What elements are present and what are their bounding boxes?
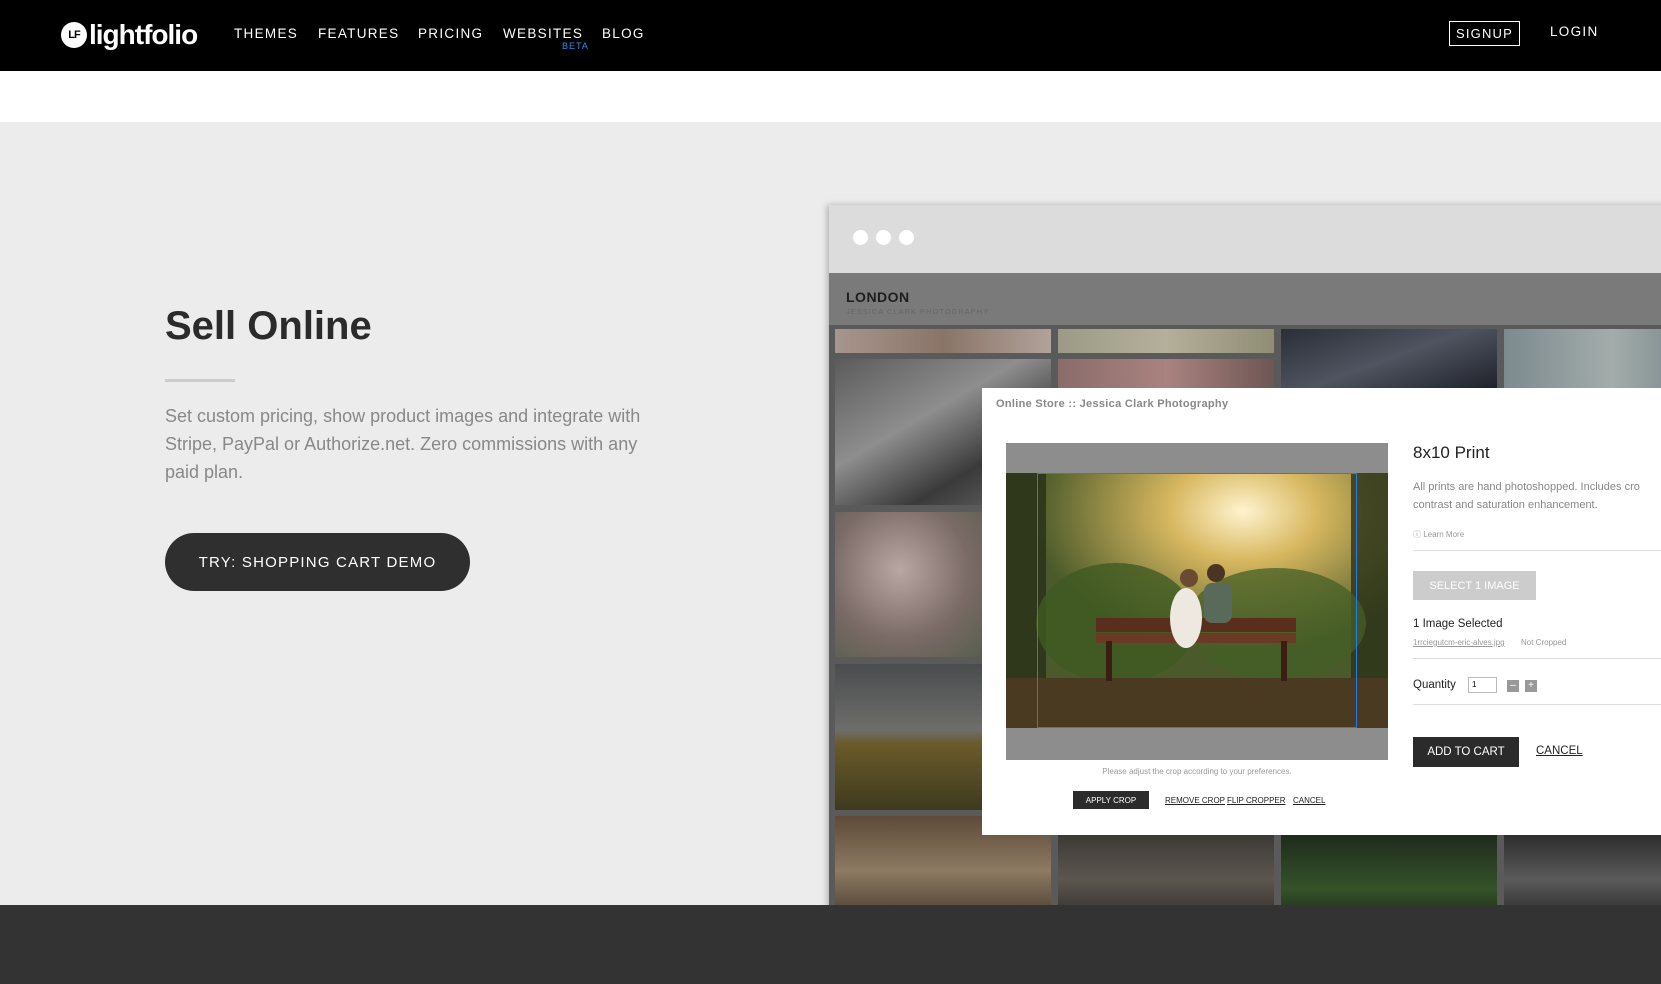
learn-more-label: Learn More	[1423, 530, 1465, 539]
crop-cancel-link[interactable]: CANCEL	[1293, 796, 1325, 805]
gallery-thumbnail	[1281, 329, 1497, 389]
gallery-thumbnail	[835, 329, 1051, 353]
flip-cropper-link[interactable]: FLIP CROPPER	[1227, 796, 1286, 805]
crop-selection-box[interactable]	[1037, 473, 1357, 728]
select-image-button[interactable]: SELECT 1 IMAGE	[1413, 571, 1536, 600]
gallery-thumbnail	[1281, 835, 1497, 905]
selected-file-link[interactable]: 1rrciegutcm-eric-alves.jpg	[1413, 638, 1505, 647]
gallery-thumbnail	[1504, 329, 1661, 389]
window-dot	[853, 230, 868, 245]
product-description-line: All prints are hand photoshopped. Includ…	[1413, 481, 1640, 493]
logo-badge: LF	[61, 22, 87, 48]
lightfolio-logo[interactable]: LF lightfolio	[61, 19, 198, 50]
site-subtitle: JESSICA CLARK PHOTOGRAPHY	[846, 307, 990, 316]
window-dot	[899, 230, 914, 245]
info-icon: ⓘ	[1413, 530, 1421, 539]
divider	[1413, 658, 1661, 659]
quantity-label: Quantity	[1413, 679, 1456, 691]
images-selected-label: 1 Image Selected	[1413, 618, 1503, 630]
logo-text: lightfolio	[89, 19, 198, 50]
section-title: Sell Online	[165, 304, 372, 348]
learn-more-link[interactable]: ⓘ Learn More	[1413, 529, 1464, 540]
crop-hint: Please adjust the crop according to your…	[1102, 767, 1292, 776]
footer-band	[0, 905, 1661, 984]
gallery-thumbnail	[1058, 835, 1274, 905]
image-cropper[interactable]	[1006, 443, 1388, 760]
plus-icon[interactable]: +	[1525, 680, 1537, 692]
product-description: All prints are hand photoshopped. Includ…	[1413, 478, 1661, 514]
modal-title: Online Store :: Jessica Clark Photograph…	[996, 398, 1229, 410]
nav-pricing[interactable]: PRICING	[418, 26, 483, 41]
divider	[1413, 704, 1661, 705]
section-description: Set custom pricing, show product images …	[165, 406, 641, 482]
signup-button[interactable]: SIGNUP	[1449, 21, 1520, 46]
title-divider	[165, 379, 235, 382]
nav-features[interactable]: FEATURES	[318, 26, 399, 41]
nav-themes[interactable]: THEMES	[234, 26, 298, 41]
beta-badge: BETA	[562, 41, 589, 51]
online-store-modal: Online Store :: Jessica Clark Photograph…	[982, 388, 1661, 835]
spacer-band	[0, 71, 1661, 122]
gallery-thumbnail	[1504, 835, 1661, 905]
crop-status: Not Cropped	[1521, 638, 1567, 647]
cancel-link[interactable]: CANCEL	[1536, 745, 1583, 757]
sell-online-section: Sell Online Set custom pricing, show pro…	[0, 122, 1661, 905]
top-navbar: LF lightfolio THEMES FEATURES PRICING WE…	[0, 0, 1661, 71]
product-title: 8x10 Print	[1413, 443, 1490, 462]
window-dot	[876, 230, 891, 245]
gallery-thumbnail	[1058, 329, 1274, 353]
login-link[interactable]: LOGIN	[1550, 24, 1599, 39]
apply-crop-button[interactable]: APPLY CROP	[1073, 791, 1149, 809]
quantity-input[interactable]: 1	[1468, 677, 1497, 693]
nav-websites[interactable]: WEBSITES	[503, 26, 583, 41]
shopping-cart-demo-button[interactable]: TRY: SHOPPING CART DEMO	[165, 533, 470, 591]
divider	[1413, 550, 1661, 551]
browser-titlebar	[829, 205, 1661, 273]
gallery-thumbnail	[1058, 359, 1274, 389]
minus-icon[interactable]: –	[1507, 680, 1519, 692]
add-to-cart-button[interactable]: ADD TO CART	[1413, 737, 1519, 767]
product-description-line: contrast and saturation enhancement.	[1413, 499, 1598, 511]
remove-crop-link[interactable]: REMOVE CROP	[1165, 796, 1225, 805]
site-title: LONDON	[846, 289, 910, 305]
browser-mockup: LONDON JESSICA CLARK PHOTOGRAPHY Online …	[829, 205, 1661, 905]
site-header	[829, 273, 1661, 325]
nav-blog[interactable]: BLOG	[602, 26, 645, 41]
